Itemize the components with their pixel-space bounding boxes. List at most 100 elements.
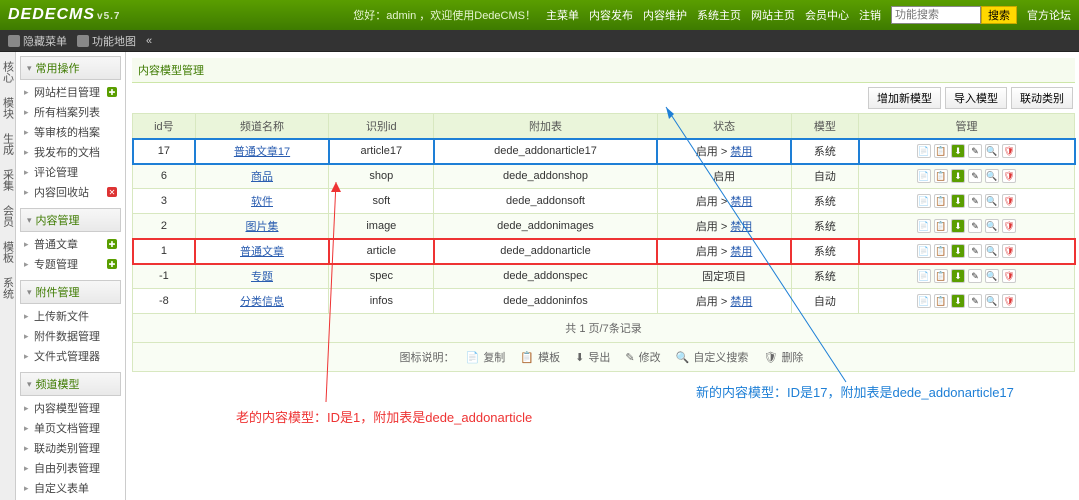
search-input[interactable] (891, 6, 981, 24)
rail-collect[interactable]: 采集 (1, 166, 15, 194)
legend-export[interactable]: ⬇导出 (575, 352, 614, 364)
sidebar-item[interactable]: 网站栏目管理✚ (20, 82, 121, 102)
sidebar-item[interactable]: 附件数据管理 (20, 326, 121, 346)
nav-main[interactable]: 主菜单 (546, 7, 579, 23)
op-export-icon[interactable]: ⬇ (951, 219, 965, 233)
sidebar-item[interactable]: 内容回收站✕ (20, 182, 121, 202)
op-search-icon[interactable]: 🔍 (985, 219, 999, 233)
sidebar-item[interactable]: 上传新文件 (20, 306, 121, 326)
op-del-icon[interactable]: 🛡 (1002, 194, 1016, 208)
op-tpl-icon[interactable]: 📋 (934, 269, 948, 283)
top-right: 您好：admin ，欢迎使用DedeCMS！ 主菜单 内容发布 内容维护 系统主… (353, 6, 1071, 24)
op-del-icon[interactable]: 🛡 (1002, 144, 1016, 158)
op-tpl-icon[interactable]: 📋 (934, 169, 948, 183)
op-edit-icon[interactable]: ✎ (968, 294, 982, 308)
op-tpl-icon[interactable]: 📋 (934, 144, 948, 158)
op-copy-icon[interactable]: 📄 (917, 169, 931, 183)
op-del-icon[interactable]: 🛡 (1002, 169, 1016, 183)
rail-system[interactable]: 系统 (1, 274, 15, 302)
func-map[interactable]: 功能地图 (77, 33, 136, 49)
op-search-icon[interactable]: 🔍 (985, 169, 999, 183)
search-button[interactable]: 搜索 (981, 6, 1017, 24)
rail-template[interactable]: 模板 (1, 238, 15, 266)
op-search-icon[interactable]: 🔍 (985, 144, 999, 158)
op-copy-icon[interactable]: 📄 (917, 244, 931, 258)
op-copy-icon[interactable]: 📄 (917, 219, 931, 233)
nav-sys-home[interactable]: 系统主页 (697, 7, 741, 23)
op-export-icon[interactable]: ⬇ (951, 169, 965, 183)
op-search-icon[interactable]: 🔍 (985, 244, 999, 258)
legend-tpl[interactable]: 📋模板 (520, 352, 564, 364)
badge-icon: ✚ (107, 87, 117, 97)
table-row: 3软件softdede_addonsoft启用 > 禁用系统📄📋⬇✎🔍🛡 (133, 189, 1075, 214)
legend-copy[interactable]: 📄复制 (466, 352, 510, 364)
bbs-link[interactable]: 官方论坛 (1027, 7, 1071, 23)
nav-maintain[interactable]: 内容维护 (643, 7, 687, 23)
rail-gen[interactable]: 生成 (1, 130, 15, 158)
legend-search[interactable]: 🔍自定义搜索 (676, 352, 753, 364)
sidebar-item[interactable]: 评论管理 (20, 162, 121, 182)
sidebar-item[interactable]: 所有档案列表 (20, 102, 121, 122)
op-export-icon[interactable]: ⬇ (951, 269, 965, 283)
rail-core[interactable]: 核心 (1, 58, 15, 86)
op-tpl-icon[interactable]: 📋 (934, 219, 948, 233)
sidebar-group-head[interactable]: 内容管理 (20, 208, 121, 232)
op-copy-icon[interactable]: 📄 (917, 144, 931, 158)
sidebar-item[interactable]: 普通文章✚ (20, 234, 121, 254)
op-tpl-icon[interactable]: 📋 (934, 194, 948, 208)
sidebar-item[interactable]: 文件式管理器 (20, 346, 121, 366)
op-export-icon[interactable]: ⬇ (951, 144, 965, 158)
legend-edit[interactable]: ✎修改 (625, 352, 664, 364)
add-model-button[interactable]: 增加新模型 (868, 87, 941, 109)
op-search-icon[interactable]: 🔍 (985, 294, 999, 308)
sidebar-item[interactable]: 自定义表单 (20, 478, 121, 498)
op-export-icon[interactable]: ⬇ (951, 194, 965, 208)
sidebar-item[interactable]: 内容模型管理 (20, 398, 121, 418)
subbar-arrow[interactable]: « (146, 35, 152, 47)
op-del-icon[interactable]: 🛡 (1002, 219, 1016, 233)
import-model-button[interactable]: 导入模型 (945, 87, 1007, 109)
op-edit-icon[interactable]: ✎ (968, 194, 982, 208)
op-export-icon[interactable]: ⬇ (951, 244, 965, 258)
sidebar-item[interactable]: 专题管理✚ (20, 254, 121, 274)
rail-module[interactable]: 模块 (1, 94, 15, 122)
sidebar-group-head[interactable]: 常用操作 (20, 56, 121, 80)
sidebar-item[interactable]: 我发布的文档 (20, 142, 121, 162)
op-edit-icon[interactable]: ✎ (968, 144, 982, 158)
nav-site-home[interactable]: 网站主页 (751, 7, 795, 23)
sidebar-group-head[interactable]: 频道模型 (20, 372, 121, 396)
op-copy-icon[interactable]: 📄 (917, 269, 931, 283)
table-row: 6商品shopdede_addonshop启用自动📄📋⬇✎🔍🛡 (133, 164, 1075, 189)
legend-del[interactable]: 🛡删除 (763, 352, 807, 364)
sidebar-item[interactable]: 联动类别管理 (20, 438, 121, 458)
linkage-button[interactable]: 联动类别 (1011, 87, 1073, 109)
col-header: 状态 (657, 114, 791, 139)
nav-publish[interactable]: 内容发布 (589, 7, 633, 23)
top-search: 搜索 (891, 6, 1017, 24)
op-del-icon[interactable]: 🛡 (1002, 269, 1016, 283)
op-copy-icon[interactable]: 📄 (917, 194, 931, 208)
hide-menu[interactable]: 隐藏菜单 (8, 33, 67, 49)
op-edit-icon[interactable]: ✎ (968, 219, 982, 233)
nav-member[interactable]: 会员中心 (805, 7, 849, 23)
op-del-icon[interactable]: 🛡 (1002, 244, 1016, 258)
sidebar-group-head[interactable]: 附件管理 (20, 280, 121, 304)
breadcrumb: 内容模型管理 (132, 58, 1075, 83)
op-copy-icon[interactable]: 📄 (917, 294, 931, 308)
op-del-icon[interactable]: 🛡 (1002, 294, 1016, 308)
sidebar-item[interactable]: 单页文档管理 (20, 418, 121, 438)
op-tpl-icon[interactable]: 📋 (934, 294, 948, 308)
op-edit-icon[interactable]: ✎ (968, 244, 982, 258)
op-tpl-icon[interactable]: 📋 (934, 244, 948, 258)
op-edit-icon[interactable]: ✎ (968, 169, 982, 183)
table-row: -1专题specdede_addonspec固定项目系统📄📋⬇✎🔍🛡 (133, 264, 1075, 289)
sidebar-item[interactable]: 自由列表管理 (20, 458, 121, 478)
op-search-icon[interactable]: 🔍 (985, 194, 999, 208)
op-export-icon[interactable]: ⬇ (951, 294, 965, 308)
op-edit-icon[interactable]: ✎ (968, 269, 982, 283)
annotation-blue: 新的内容模型：ID是17，附加表是dede_addonarticle17 (696, 382, 1014, 401)
op-search-icon[interactable]: 🔍 (985, 269, 999, 283)
nav-logout[interactable]: 注销 (859, 7, 881, 23)
sidebar-item[interactable]: 等审核的档案 (20, 122, 121, 142)
rail-member[interactable]: 会员 (1, 202, 15, 230)
